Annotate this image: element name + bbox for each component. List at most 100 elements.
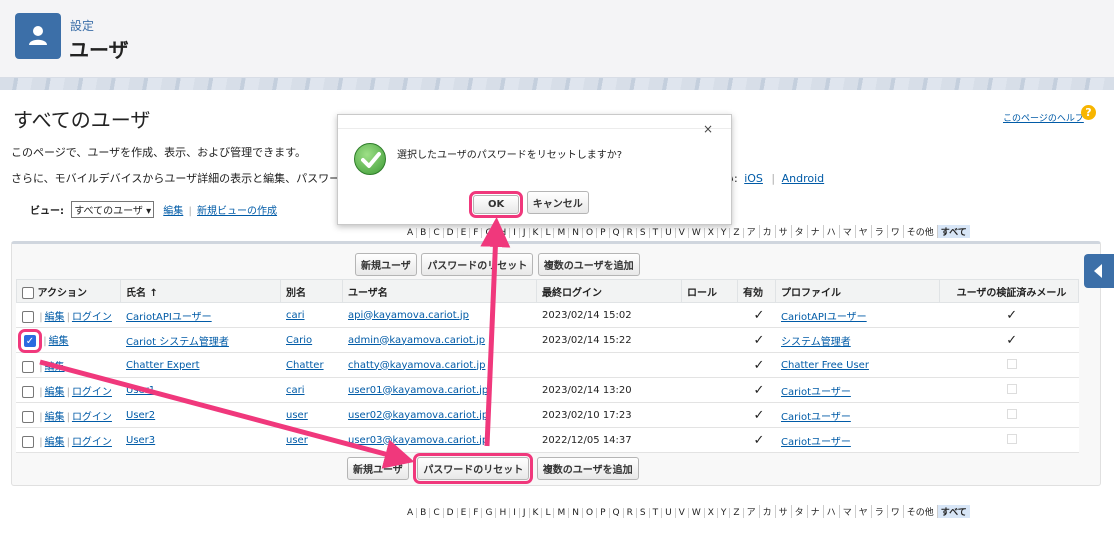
alias-link[interactable]: Cario (286, 335, 312, 346)
alpha-filter-item[interactable]: サ (776, 225, 792, 238)
view-edit-link[interactable]: 編集 (163, 206, 183, 217)
edit-link[interactable]: 編集 (45, 362, 65, 373)
login-link[interactable]: ログイン (72, 437, 112, 448)
username-link[interactable]: api@kayamova.cariot.jp (348, 310, 469, 321)
username-link[interactable]: chatty@kayamova.cariot.jp (348, 360, 485, 371)
alpha-filter-item[interactable]: ナ (808, 505, 824, 518)
alpha-filter-item[interactable]: ワ (888, 505, 904, 518)
alpha-filter-item[interactable]: W (689, 228, 705, 238)
alpha-filter-item[interactable]: A (404, 508, 418, 518)
row-checkbox[interactable] (22, 410, 34, 423)
col-profile[interactable]: プロファイル (775, 279, 940, 303)
alpha-filter-item[interactable]: L (542, 228, 555, 238)
profile-link[interactable]: CariotAPIユーザー (781, 312, 867, 323)
alpha-filter-item[interactable]: B (417, 508, 431, 518)
alpha-filter-item[interactable]: N (569, 228, 583, 238)
alpha-filter-item[interactable]: H (496, 228, 511, 238)
alpha-filter-item[interactable]: I (510, 228, 520, 238)
alpha-filter-item[interactable]: K (530, 228, 543, 238)
alpha-filter-item[interactable]: Z (730, 508, 744, 518)
close-icon[interactable]: × (700, 122, 716, 138)
login-link[interactable]: ログイン (72, 312, 112, 323)
user-name-link[interactable]: User2 (126, 410, 155, 421)
alpha-filter-item[interactable]: K (530, 508, 543, 518)
row-checkbox[interactable] (22, 435, 34, 448)
ios-link[interactable]: iOS (744, 172, 763, 185)
alpha-filter-item[interactable]: マ (840, 225, 856, 238)
new-user-button[interactable]: 新規ユーザ (355, 253, 417, 276)
alpha-filter-item[interactable]: タ (792, 225, 808, 238)
alpha-filter-item[interactable]: ア (744, 505, 760, 518)
alpha-filter-item[interactable]: ラ (872, 225, 888, 238)
collapse-sidebar-tab[interactable] (1084, 254, 1114, 288)
alpha-filter-item[interactable]: V (676, 228, 689, 238)
help-icon[interactable]: ? (1081, 105, 1096, 120)
alpha-filter-item[interactable]: Q (610, 508, 624, 518)
new-user-button-bottom[interactable]: 新規ユーザ (347, 457, 409, 480)
col-last-login[interactable]: 最終ログイン (536, 279, 682, 303)
add-multiple-users-button-bottom[interactable]: 複数のユーザを追加 (536, 457, 639, 480)
alpha-filter-item[interactable]: W (689, 508, 705, 518)
alias-link[interactable]: user (286, 410, 308, 421)
alpha-filter-item[interactable]: H (496, 508, 511, 518)
row-checkbox[interactable] (22, 385, 34, 398)
alias-link[interactable]: user (286, 435, 308, 446)
login-link[interactable]: ログイン (72, 412, 112, 423)
reset-password-button-bottom[interactable]: パスワードのリセット (413, 453, 534, 484)
alpha-filter-item[interactable]: F (470, 508, 483, 518)
alpha-filter-item[interactable]: X (705, 228, 718, 238)
row-checkbox[interactable]: ✓ (24, 334, 36, 347)
alpha-filter-item[interactable]: すべて (937, 505, 970, 518)
alpha-filter-item[interactable]: ハ (824, 505, 840, 518)
alpha-filter-item[interactable]: マ (840, 505, 856, 518)
alpha-filter-item[interactable]: M (554, 228, 570, 238)
reset-password-button[interactable]: パスワードのリセット (421, 253, 534, 276)
profile-link[interactable]: Chatter Free User (781, 360, 869, 371)
alpha-filter-item[interactable]: F (470, 228, 483, 238)
user-name-link[interactable]: Chatter Expert (126, 360, 200, 371)
alpha-filter-item[interactable]: T (650, 508, 663, 518)
alpha-filter-item[interactable]: S (637, 508, 650, 518)
row-checkbox[interactable] (22, 310, 34, 323)
alpha-filter-item[interactable]: ワ (888, 225, 904, 238)
alpha-filter-item[interactable]: G (482, 508, 497, 518)
alpha-filter-item[interactable]: U (662, 508, 676, 518)
alpha-filter-item[interactable]: その他 (904, 225, 938, 238)
alpha-filter-item[interactable]: サ (776, 505, 792, 518)
edit-link[interactable]: 編集 (45, 312, 65, 323)
alpha-filter-item[interactable]: Z (730, 228, 744, 238)
alpha-filter-item[interactable]: S (637, 228, 650, 238)
alpha-filter-item[interactable]: P (597, 508, 610, 518)
col-username[interactable]: ユーザ名 (342, 279, 537, 303)
username-link[interactable]: user01@kayamova.cariot.jp (348, 385, 488, 396)
alpha-filter-item[interactable]: タ (792, 505, 808, 518)
alpha-filter-item[interactable]: M (554, 508, 570, 518)
alpha-filter-item[interactable]: ヤ (856, 505, 872, 518)
alias-link[interactable]: cari (286, 385, 305, 396)
username-link[interactable]: user02@kayamova.cariot.jp (348, 410, 488, 421)
alpha-filter-item[interactable]: カ (760, 225, 776, 238)
profile-link[interactable]: Cariotユーザー (781, 387, 851, 398)
cancel-button[interactable]: キャンセル (526, 191, 589, 214)
alpha-filter-item[interactable]: E (458, 508, 471, 518)
edit-link[interactable]: 編集 (45, 387, 65, 398)
col-role[interactable]: ロール (681, 279, 738, 303)
alpha-filter-item[interactable]: A (404, 228, 418, 238)
alpha-filter-item[interactable]: R (624, 228, 637, 238)
alpha-filter-item[interactable]: すべて (937, 225, 970, 238)
username-link[interactable]: admin@kayamova.cariot.jp (348, 335, 485, 346)
alpha-filter-item[interactable]: Y (718, 228, 731, 238)
alpha-filter-item[interactable]: U (662, 228, 676, 238)
alpha-filter-item[interactable]: P (597, 228, 610, 238)
alpha-filter-item[interactable]: N (569, 508, 583, 518)
row-checkbox[interactable] (22, 360, 34, 373)
new-view-link[interactable]: 新規ビューの作成 (197, 206, 277, 217)
alpha-filter-item[interactable]: カ (760, 505, 776, 518)
alpha-filter-item[interactable]: R (624, 508, 637, 518)
alpha-filter-item[interactable]: J (520, 228, 530, 238)
alpha-filter-item[interactable]: ラ (872, 505, 888, 518)
col-active[interactable]: 有効 (737, 279, 776, 303)
alpha-filter-item[interactable]: D (444, 508, 458, 518)
alpha-filter-item[interactable]: E (458, 228, 471, 238)
profile-link[interactable]: Cariotユーザー (781, 412, 851, 423)
